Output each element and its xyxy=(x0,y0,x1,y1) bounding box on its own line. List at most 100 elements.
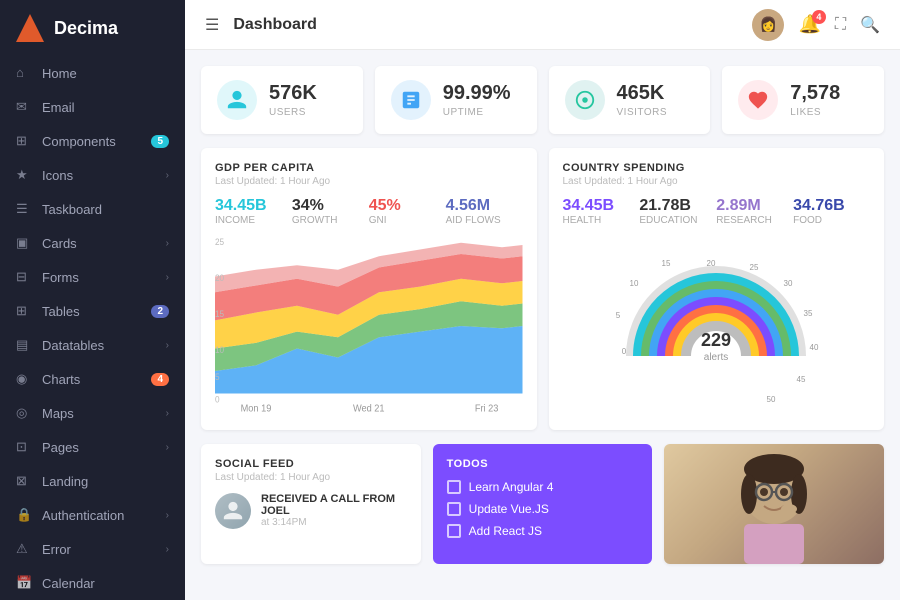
gni-value: 45% xyxy=(369,197,446,215)
gdp-subtitle: Last Updated: 1 Hour Ago xyxy=(215,176,523,187)
aidflows-label: Aid Flows xyxy=(446,215,523,226)
sidebar-item-label: Error xyxy=(42,542,166,557)
sidebar-item-landing[interactable]: ⊠ Landing xyxy=(0,464,185,498)
todo-checkbox-3[interactable] xyxy=(447,524,461,538)
search-icon[interactable]: 🔍 xyxy=(860,15,880,35)
sidebar-item-label: Cards xyxy=(42,236,166,251)
todo-label-1: Learn Angular 4 xyxy=(469,480,554,494)
avatar[interactable]: 👩 xyxy=(752,9,784,41)
country-panel: COUNTRY SPENDING Last Updated: 1 Hour Ag… xyxy=(549,148,885,430)
datatables-icon: ▤ xyxy=(16,337,32,353)
home-icon: ⌂ xyxy=(16,65,32,81)
visitors-value: 465K xyxy=(617,82,668,105)
sidebar-item-email[interactable]: ✉ Email xyxy=(0,90,185,124)
income-label: Income xyxy=(215,215,292,226)
sidebar-item-label: Landing xyxy=(42,474,169,489)
likes-icon xyxy=(738,80,778,120)
sidebar-item-datatables[interactable]: ▤ Datatables › xyxy=(0,328,185,362)
area-chart-container: Mon 19 Wed 21 Fri 23 25 20 15 10 5 0 xyxy=(215,236,523,416)
sidebar-item-components[interactable]: ⊞ Components 5 xyxy=(0,124,185,158)
svg-text:20: 20 xyxy=(215,273,224,283)
stat-info-likes: 7,578 LIKES xyxy=(790,82,840,118)
sidebar-item-maps[interactable]: ◎ Maps › xyxy=(0,396,185,430)
country-metrics: 34.45B Health 21.78B Education 2.89M Res… xyxy=(563,197,871,226)
stat-card-uptime: 99.99% UPTIME xyxy=(375,66,537,134)
sidebar-item-label: Taskboard xyxy=(42,202,169,217)
page-content: 576K USERS 99.99% UPTIME 465K xyxy=(185,50,900,600)
sidebar-item-charts[interactable]: ◉ Charts 4 xyxy=(0,362,185,396)
svg-text:45: 45 xyxy=(797,375,806,384)
country-title: COUNTRY SPENDING xyxy=(563,162,871,174)
sidebar-item-label: Authentication xyxy=(42,508,166,523)
stat-card-users: 576K USERS xyxy=(201,66,363,134)
calendar-icon: 📅 xyxy=(16,575,32,591)
menu-icon[interactable]: ☰ xyxy=(205,15,219,35)
sidebar-item-label: Icons xyxy=(42,168,166,183)
sidebar-item-cards[interactable]: ▣ Cards › xyxy=(0,226,185,260)
sidebar-item-pages[interactable]: ⊡ Pages › xyxy=(0,430,185,464)
notifications-button[interactable]: 🔔 4 xyxy=(798,14,820,35)
photo-placeholder xyxy=(664,444,884,564)
svg-text:30: 30 xyxy=(784,279,793,288)
users-label: USERS xyxy=(269,107,317,118)
gauge-chart: 20 25 30 35 40 45 50 15 10 5 0 xyxy=(606,246,826,406)
tables-badge: 2 xyxy=(151,305,169,318)
chevron-right-icon: › xyxy=(166,272,169,283)
svg-text:10: 10 xyxy=(630,279,639,288)
users-value: 576K xyxy=(269,82,317,105)
todos-panel: TODOS Learn Angular 4 Update Vue.JS Add … xyxy=(433,444,653,564)
sidebar-item-forms[interactable]: ⊟ Forms › xyxy=(0,260,185,294)
icons-icon: ★ xyxy=(16,167,32,183)
maps-icon: ◎ xyxy=(16,405,32,421)
chevron-right-icon: › xyxy=(166,340,169,351)
social-feed-title: SOCIAL FEED xyxy=(215,458,407,470)
uptime-label: UPTIME xyxy=(443,107,511,118)
aidflows-value: 4.56M xyxy=(446,197,523,215)
uptime-icon xyxy=(391,80,431,120)
sidebar-item-tables[interactable]: ⊞ Tables 2 xyxy=(0,294,185,328)
main-content: ☰ Dashboard 👩 🔔 4 ⛶ 🔍 576K USERS xyxy=(185,0,900,600)
chevron-right-icon: › xyxy=(166,170,169,181)
sidebar-item-label: Forms xyxy=(42,270,166,285)
charts-badge: 4 xyxy=(151,373,169,386)
svg-text:15: 15 xyxy=(662,259,671,268)
likes-label: LIKES xyxy=(790,107,840,118)
sidebar-item-label: Charts xyxy=(42,372,151,387)
todo-label-3: Add React JS xyxy=(469,524,542,538)
error-icon: ⚠ xyxy=(16,541,32,557)
chevron-right-icon: › xyxy=(166,408,169,419)
stat-info-uptime: 99.99% UPTIME xyxy=(443,82,511,118)
sidebar-item-error[interactable]: ⚠ Error › xyxy=(0,532,185,566)
charts-icon: ◉ xyxy=(16,371,32,387)
chevron-right-icon: › xyxy=(166,510,169,521)
sidebar-item-calendar[interactable]: 📅 Calendar xyxy=(0,566,185,600)
stat-cards: 576K USERS 99.99% UPTIME 465K xyxy=(201,66,884,134)
taskboard-icon: ☰ xyxy=(16,201,32,217)
sidebar-item-authentication[interactable]: 🔒 Authentication › xyxy=(0,498,185,532)
area-chart: Mon 19 Wed 21 Fri 23 25 20 15 10 5 0 xyxy=(215,236,523,416)
components-icon: ⊞ xyxy=(16,133,32,149)
todo-checkbox-2[interactable] xyxy=(447,502,461,516)
gdp-aidflows: 4.56M Aid Flows xyxy=(446,197,523,226)
fullscreen-icon[interactable]: ⛶ xyxy=(835,16,846,34)
svg-text:Wed 21: Wed 21 xyxy=(353,403,385,414)
sidebar-item-icons[interactable]: ★ Icons › xyxy=(0,158,185,192)
svg-text:40: 40 xyxy=(810,343,819,352)
sidebar-item-label: Maps xyxy=(42,406,166,421)
svg-text:229: 229 xyxy=(701,330,731,350)
feed-title: RECEIVED A CALL FROM JOEL xyxy=(261,493,407,517)
sidebar-item-home[interactable]: ⌂ Home xyxy=(0,56,185,90)
tables-icon: ⊞ xyxy=(16,303,32,319)
brand-name: Decima xyxy=(54,18,118,39)
feed-text: RECEIVED A CALL FROM JOEL at 3:14PM xyxy=(261,493,407,528)
todo-item-2: Update Vue.JS xyxy=(447,502,639,516)
sidebar-item-taskboard[interactable]: ☰ Taskboard xyxy=(0,192,185,226)
todo-checkbox-1[interactable] xyxy=(447,480,461,494)
sidebar-item-label: Components xyxy=(42,134,151,149)
gni-label: GNI xyxy=(369,215,446,226)
country-research: 2.89M Research xyxy=(716,197,793,226)
stat-info-users: 576K USERS xyxy=(269,82,317,118)
gdp-metrics: 34.45B Income 34% Growth 45% GNI 4.56M A… xyxy=(215,197,523,226)
topbar: ☰ Dashboard 👩 🔔 4 ⛶ 🔍 xyxy=(185,0,900,50)
country-subtitle: Last Updated: 1 Hour Ago xyxy=(563,176,871,187)
